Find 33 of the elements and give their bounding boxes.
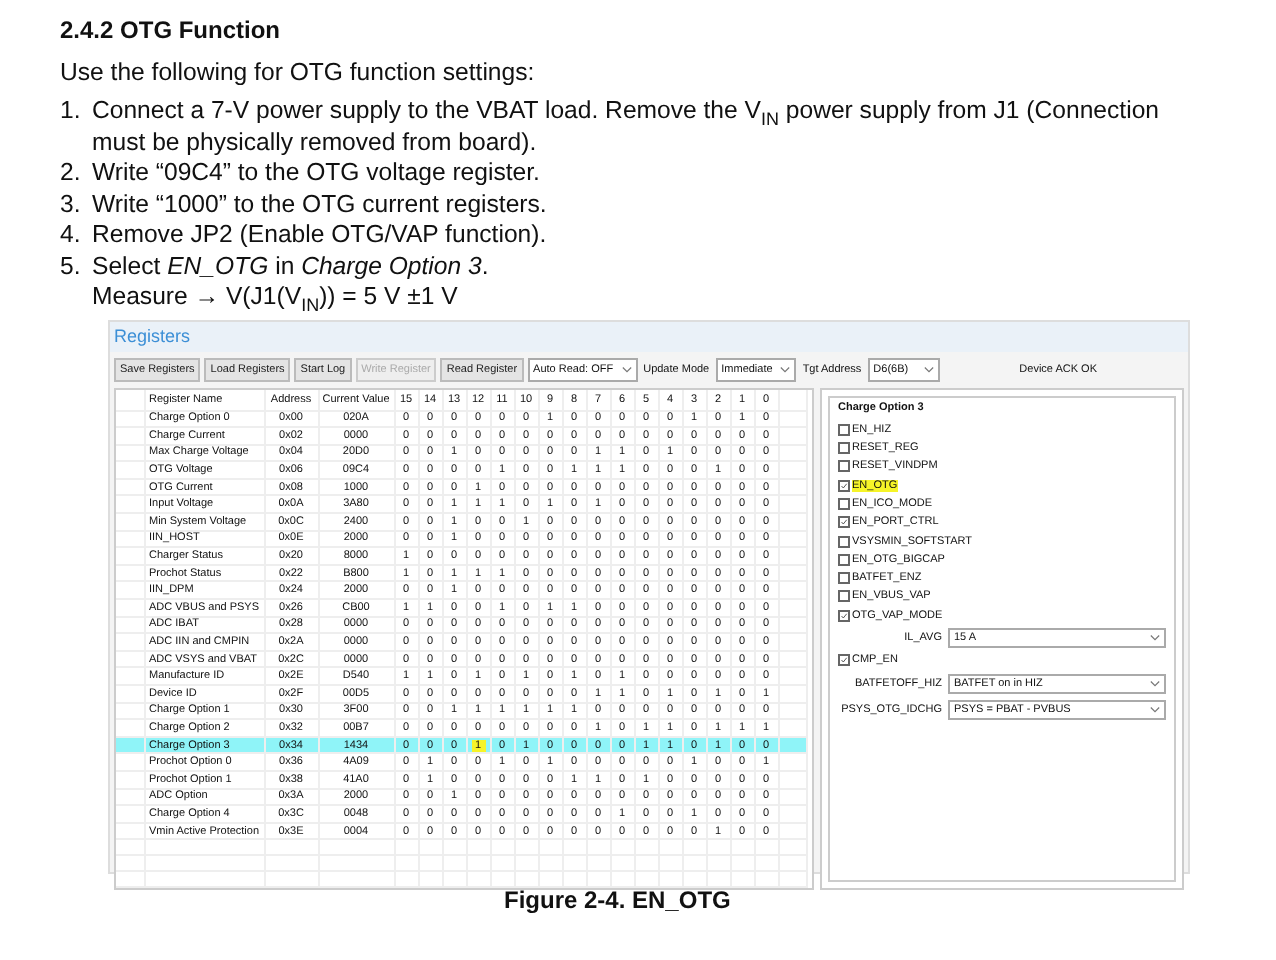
checkbox[interactable] <box>838 590 850 603</box>
checkbox[interactable] <box>838 460 850 473</box>
checkbox[interactable] <box>838 423 850 436</box>
step-text: Write “09C4” to the OTG voltage register. <box>92 158 542 189</box>
chevron-icon <box>780 365 791 373</box>
chevron-icon <box>1150 634 1160 643</box>
checkbox[interactable] <box>838 442 850 455</box>
checkbox[interactable] <box>838 535 850 548</box>
step-number: 1. <box>60 96 83 128</box>
chevron-icon <box>1150 679 1160 688</box>
checkbox[interactable] <box>838 654 850 667</box>
step-text: Connect a 7-V power supply to the VBAT load. Remove the V$_{IN}$ power supply from J1 (Connection must be physically removed from board). <box>92 96 1161 158</box>
checkbox[interactable] <box>838 479 850 492</box>
figure-caption: Figure 2-4. EN_OTG <box>504 885 733 913</box>
step-text: Remove JP2 (Enable OTG/VAP function). <box>92 220 549 251</box>
chevron-icon <box>1150 705 1160 714</box>
checkbox[interactable] <box>838 497 850 510</box>
step-text: Select EN_OTG in Charge Option 3. <box>92 251 491 282</box>
checkbox[interactable] <box>838 572 850 585</box>
step-number: 2. <box>60 158 83 189</box>
section-heading: 2.4.2 OTG Function <box>60 16 283 44</box>
step-text: Measure → V(J1(V$_{IN}$)) = 5 V ±1 V <box>92 282 460 313</box>
step-number: 3. <box>60 189 83 220</box>
intro-text: Use the following for OTG function settings: <box>60 58 537 86</box>
checkbox[interactable] <box>838 553 850 566</box>
checkbox[interactable] <box>838 516 850 529</box>
chevron-icon <box>621 365 632 373</box>
panel-title: Registers <box>114 325 191 345</box>
step-number: 4. <box>60 220 83 251</box>
step-number: 5. <box>60 251 83 283</box>
step-text: Write “1000” to the OTG current registers. <box>92 189 549 220</box>
checkbox[interactable] <box>838 609 850 622</box>
chevron-icon <box>923 365 934 373</box>
